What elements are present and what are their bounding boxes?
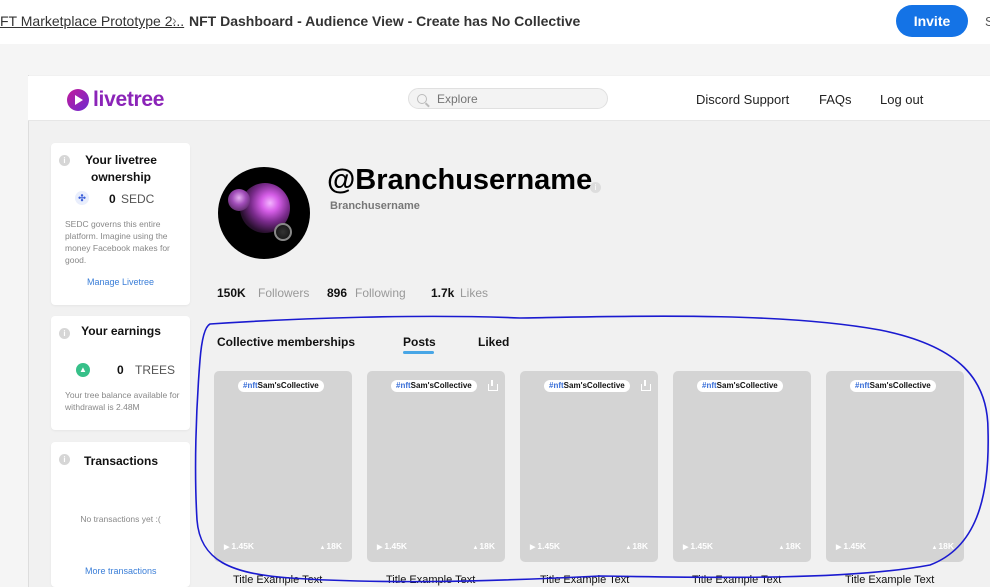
breadcrumb-project-link[interactable]: FT Marketplace Prototype 2... (0, 13, 184, 29)
play-count: 1.45K (530, 541, 560, 551)
breadcrumb-separator: › (172, 12, 177, 28)
post-card[interactable]: #nftSam'sCollective 1.45K 18K (367, 371, 505, 562)
sedc-amount: 0 (109, 192, 116, 206)
likes-count[interactable]: 1.7k (431, 286, 454, 300)
following-label[interactable]: Following (355, 286, 406, 300)
tag-name: Sam'sCollective (257, 381, 319, 390)
avatar-ring (274, 223, 292, 241)
share-icon[interactable] (487, 380, 498, 391)
app-header: livetree Discord Support FAQs Log out (28, 76, 990, 121)
play-count: 1.45K (836, 541, 866, 551)
nav-discord-support[interactable]: Discord Support (696, 92, 789, 107)
collective-tag[interactable]: #nftSam'sCollective (850, 380, 936, 392)
collective-tag[interactable]: #nftSam'sCollective (391, 380, 477, 392)
tag-hash: #nft (549, 381, 564, 390)
tab-liked[interactable]: Liked (478, 335, 509, 349)
trees-icon: ▲ (76, 363, 90, 377)
tree-count: 18K (625, 541, 648, 551)
toolbar-edge-text: S (985, 14, 990, 29)
trees-amount: 0 (117, 363, 124, 377)
search-icon (417, 93, 427, 104)
tag-name: Sam'sCollective (716, 381, 778, 390)
tab-collective-memberships[interactable]: Collective memberships (217, 335, 355, 349)
logo-text: livetree (93, 88, 165, 111)
invite-button[interactable]: Invite (896, 5, 968, 37)
post-card[interactable]: #nftSam'sCollective 1.45K 18K (520, 371, 658, 562)
more-transactions-link[interactable]: More transactions (85, 566, 157, 576)
active-tab-indicator (403, 351, 434, 354)
post-title[interactable]: Title Example Text (386, 574, 475, 586)
breadcrumb-page-title: NFT Dashboard - Audience View - Create h… (189, 13, 581, 29)
transactions-card: i Transactions No transactions yet :( Mo… (51, 442, 190, 587)
post-card[interactable]: #nftSam'sCollective 1.45K 18K (673, 371, 811, 562)
play-count: 1.45K (683, 541, 713, 551)
xd-topbar: FT Marketplace Prototype 2... › NFT Dash… (0, 0, 990, 44)
tag-hash: #nft (396, 381, 411, 390)
profile-avatar[interactable] (218, 167, 310, 259)
post-card[interactable]: #nftSam'sCollective 1.45K 18K (826, 371, 964, 562)
info-icon[interactable]: i (590, 182, 601, 193)
ownership-description: SEDC governs this entire platform. Imagi… (65, 219, 170, 265)
earnings-title: Your earnings (81, 324, 161, 338)
post-title[interactable]: Title Example Text (233, 574, 322, 586)
tree-count: 18K (472, 541, 495, 551)
nav-log-out[interactable]: Log out (880, 92, 923, 107)
ownership-title-line2: ownership (90, 170, 151, 184)
ownership-card: i Your livetree ownership ✣ 0 SEDC SEDC … (51, 143, 190, 305)
tag-hash: #nft (855, 381, 870, 390)
info-icon[interactable]: i (59, 454, 70, 465)
tree-count: 18K (778, 541, 801, 551)
post-title[interactable]: Title Example Text (540, 574, 629, 586)
avatar-orb-small (228, 189, 250, 211)
livetree-logo-icon (67, 89, 89, 111)
post-title[interactable]: Title Example Text (692, 574, 781, 586)
transactions-empty-text: No transactions yet :( (80, 514, 161, 524)
tag-name: Sam'sCollective (410, 381, 472, 390)
profile-username: @Branchusername (327, 164, 593, 196)
collective-tag[interactable]: #nftSam'sCollective (697, 380, 783, 392)
sedc-unit: SEDC (121, 192, 155, 206)
profile-handle: Branchusername (330, 200, 420, 212)
sedc-icon: ✣ (75, 191, 89, 205)
tag-hash: #nft (243, 381, 258, 390)
search-input[interactable] (437, 91, 587, 106)
livetree-logo[interactable]: livetree (67, 88, 164, 112)
tag-name: Sam'sCollective (869, 381, 931, 390)
share-icon[interactable] (640, 380, 651, 391)
earnings-card: i Your earnings ▲ 0 TREES Your tree bala… (51, 316, 190, 430)
ownership-title-line1: Your livetree (85, 153, 157, 167)
followers-count[interactable]: 150K (217, 286, 246, 300)
tab-posts[interactable]: Posts (403, 335, 436, 349)
transactions-title: Transactions (83, 454, 159, 468)
tag-hash: #nft (702, 381, 717, 390)
post-card[interactable]: #nftSam'sCollective 1.45K 18K (214, 371, 352, 562)
nav-faqs[interactable]: FAQs (819, 92, 852, 107)
collective-tag[interactable]: #nftSam'sCollective (544, 380, 630, 392)
trees-unit: TREES (135, 363, 176, 377)
following-count[interactable]: 896 (327, 286, 347, 300)
post-title[interactable]: Title Example Text (845, 574, 934, 586)
play-count: 1.45K (377, 541, 407, 551)
manage-livetree-link[interactable]: Manage Livetree (87, 277, 154, 287)
earnings-description: Your tree balance available for withdraw… (65, 390, 180, 412)
info-icon[interactable]: i (59, 155, 70, 166)
likes-label[interactable]: Likes (460, 286, 488, 300)
search-bar[interactable] (408, 88, 608, 109)
tag-name: Sam'sCollective (563, 381, 625, 390)
play-count: 1.45K (224, 541, 254, 551)
tree-count: 18K (319, 541, 342, 551)
followers-label[interactable]: Followers (258, 286, 309, 300)
collective-tag[interactable]: #nftSam'sCollective (238, 380, 324, 392)
tree-count: 18K (931, 541, 954, 551)
info-icon[interactable]: i (59, 328, 70, 339)
